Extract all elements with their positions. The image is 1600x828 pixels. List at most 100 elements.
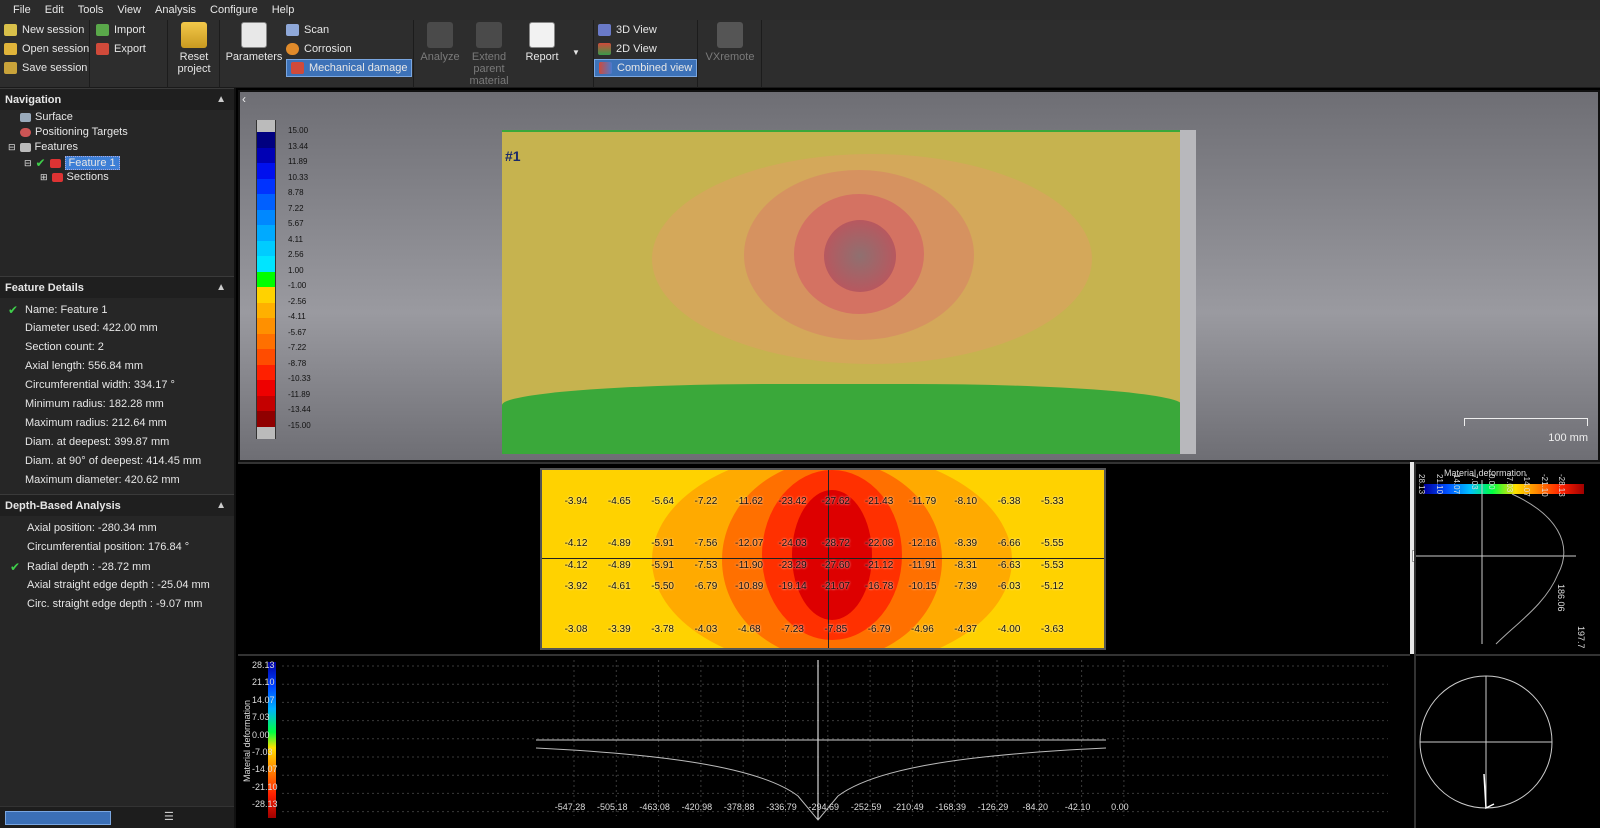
colorbar-label: 11.89	[288, 157, 308, 166]
profile-ytick: -28.13	[252, 799, 278, 810]
colorbar-label: 8.78	[288, 188, 304, 197]
parameters-button[interactable]: Parameters	[226, 22, 282, 63]
combined-view-button[interactable]: Combined view	[594, 59, 698, 77]
depth-cell: -6.63	[997, 560, 1021, 571]
profile-ytick: 14.07	[252, 694, 275, 705]
colorbar-segment	[256, 209, 276, 225]
section-label-2: 197.7	[1576, 626, 1586, 649]
features-icon	[19, 142, 31, 152]
extend-parent-material-button[interactable]: Extend parent material	[464, 22, 514, 87]
detail-diameter-used: Diameter used: 422.00 mm	[25, 322, 158, 334]
new-session-icon	[4, 24, 17, 36]
extend-icon	[476, 22, 502, 48]
depth-cell: -3.63	[1040, 624, 1064, 635]
depth-cell: -3.78	[651, 624, 674, 635]
save-session-button[interactable]: Save session	[4, 59, 87, 77]
menu-configure[interactable]: Configure	[203, 4, 265, 16]
3d-viewport[interactable]: ‹ 15.00 13.44 11.89 10.33 8.78 7.22 5.67 4.11 2.…	[238, 90, 1600, 462]
colorbar-segment	[256, 349, 276, 365]
vxremote-button[interactable]: VXremote	[704, 22, 756, 63]
depth-cell: -11.79	[908, 496, 937, 507]
depth-cell: -5.50	[651, 581, 674, 592]
3d-view-icon	[598, 24, 611, 36]
collapse-toggle-icon[interactable]: ⊟	[8, 142, 16, 153]
depth-cell: -28.72	[821, 538, 850, 549]
list-view-icon[interactable]: ☰	[164, 810, 174, 823]
tree-view-tab[interactable]	[5, 811, 111, 825]
collapse-icon[interactable]: ▲	[216, 500, 226, 511]
profile-ytick: 21.10	[252, 677, 275, 688]
tree-surface[interactable]: Surface	[20, 111, 73, 123]
colorbar-segment	[256, 380, 276, 396]
axial-profile-plot[interactable]: Material deformation 28.13 21.10 14.07 7.03…	[238, 654, 1410, 828]
analyze-button[interactable]: Analyze	[418, 22, 462, 63]
colorbar-label: 2.56	[288, 250, 304, 259]
profile-xtick: -463.08	[639, 802, 670, 812]
colorbar-segment	[256, 163, 276, 179]
map-contour-4	[792, 490, 872, 620]
reset-project-button[interactable]: Reset project	[176, 22, 212, 75]
circumferential-view-panel[interactable]	[1414, 654, 1600, 828]
scale-ruler	[1464, 418, 1588, 426]
profile-ytick: -21.10	[252, 781, 278, 792]
navigation-header[interactable]: Navigation ▲	[0, 88, 234, 110]
depth-cell: -21.12	[864, 560, 894, 571]
menu-help[interactable]: Help	[265, 4, 302, 16]
depth-cell: -3.92	[564, 581, 588, 592]
detail-diam-at-90: Diam. at 90° of deepest: 414.45 mm	[25, 455, 202, 467]
depth-cell: -5.91	[651, 538, 674, 549]
tree-sections[interactable]: ⊞ Sections	[40, 171, 109, 183]
depth-grid[interactable]: -3.94 -4.65 -5.64 -7.22 -11.62 -23.42 -27.62 -2…	[540, 468, 1106, 650]
menu-view[interactable]: View	[110, 4, 148, 16]
export-button[interactable]: Export	[96, 40, 146, 58]
new-session-button[interactable]: New session	[4, 21, 84, 39]
collapse-icon[interactable]: ▲	[216, 282, 226, 293]
depth-cell: -6.03	[997, 581, 1021, 592]
section-deformation-panel[interactable]: Material deformation 28.13 21.10 14.07 7.03…	[1414, 462, 1600, 654]
scan-button[interactable]: Scan	[286, 21, 329, 39]
collapse-panel-icon[interactable]: ‹	[242, 92, 246, 106]
colorbar-label: 5.67	[288, 219, 304, 228]
depth-cell: -3.39	[607, 624, 631, 635]
2d-view-button[interactable]: 2D View	[598, 40, 657, 58]
depth-analysis-header[interactable]: Depth-Based Analysis ▲	[0, 494, 234, 516]
import-button[interactable]: Import	[96, 21, 145, 39]
tree-feature-1[interactable]: ⊟ ✔ Feature 1	[24, 156, 120, 170]
collapse-icon[interactable]: ▲	[216, 94, 226, 105]
colorbar-segment	[256, 411, 276, 427]
depth-circ-straight-edge: Circ. straight edge depth : -9.07 mm	[27, 598, 203, 610]
corrosion-icon	[286, 43, 299, 55]
menu-file[interactable]: File	[6, 4, 38, 16]
expand-toggle-icon[interactable]: ⊞	[40, 172, 48, 183]
tree-features[interactable]: ⊟ Features	[8, 141, 78, 153]
colorbar-label: -10.33	[288, 374, 311, 383]
analyze-icon	[427, 22, 453, 48]
colorbar-label: -8.78	[288, 358, 307, 368]
checkmark-icon: ✔	[10, 560, 21, 574]
checkmark-icon: ✔	[35, 156, 46, 170]
menu-edit[interactable]: Edit	[38, 4, 71, 16]
open-session-button[interactable]: Open session	[4, 40, 89, 58]
menu-tools[interactable]: Tools	[71, 4, 111, 16]
corrosion-button[interactable]: Corrosion	[286, 40, 352, 58]
report-icon	[529, 22, 555, 48]
menu-analysis[interactable]: Analysis	[148, 4, 203, 16]
colorbar-label: -2.56	[288, 296, 307, 306]
2d-depth-map[interactable]: -3.94 -4.65 -5.64 -7.22 -11.62 -23.42 -27.62 -2…	[238, 462, 1410, 654]
report-button[interactable]: Report	[518, 22, 566, 63]
detail-maximum-radius: Maximum radius: 212.64 mm	[25, 417, 167, 429]
scan-icon	[286, 24, 299, 36]
tree-positioning-targets[interactable]: Positioning Targets	[20, 126, 128, 138]
depth-cell: -21.07	[821, 581, 850, 592]
report-dropdown-arrow-icon[interactable]: ▼	[572, 48, 580, 57]
collapse-toggle-icon[interactable]: ⊟	[24, 158, 32, 169]
3d-view-button[interactable]: 3D View	[598, 21, 657, 39]
surface-icon	[20, 112, 31, 122]
depth-cell: -4.03	[694, 624, 718, 635]
colorbar-segment	[256, 318, 276, 334]
depth-cell: -6.38	[997, 496, 1021, 507]
feature-details-header[interactable]: Feature Details ▲	[0, 276, 234, 298]
mechanical-damage-button[interactable]: Mechanical damage	[286, 59, 413, 77]
depth-cell: -16.78	[864, 581, 894, 592]
depth-cell: -8.39	[954, 538, 978, 549]
